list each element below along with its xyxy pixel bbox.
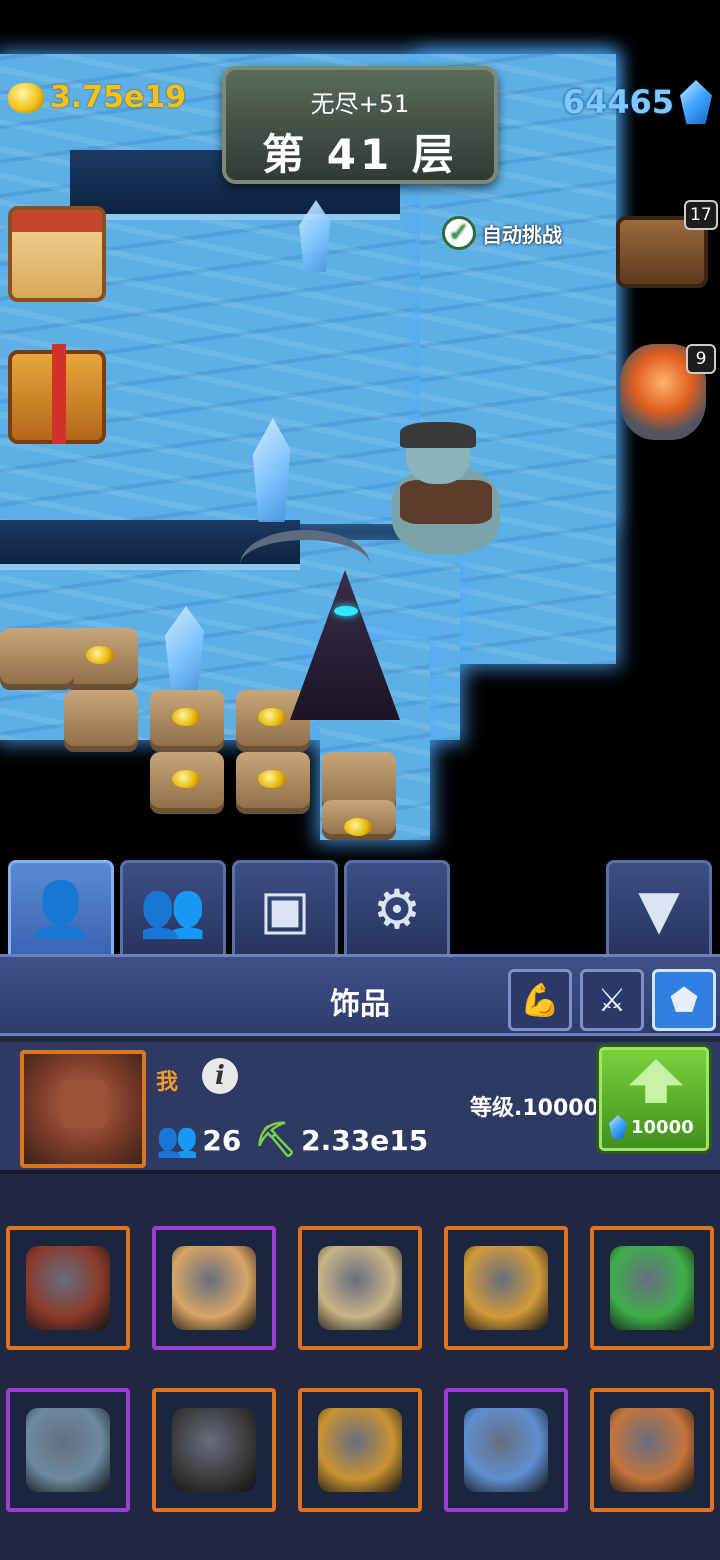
upgrade-cost-value: 10000 [631, 1116, 694, 1138]
item-slot-map[interactable] [298, 1226, 422, 1350]
power-stat: ⛏ 2.33e15 [254, 1120, 428, 1160]
scroll-icon [172, 1246, 256, 1330]
chest-icon: ▣ [259, 877, 311, 941]
item-slot-orb-amulet[interactable] [444, 1388, 568, 1512]
gear-icon: ⚙ [372, 877, 422, 941]
game-field[interactable]: 3.75e19 64465 无尽+51 第 41 层 ✓ 自动挑战 17 9 [0, 0, 720, 860]
gold-nugget [172, 708, 200, 726]
tab-settings[interactable]: ⚙ [344, 860, 450, 956]
item-slot-scroll[interactable] [152, 1226, 276, 1350]
up-arrow-icon [629, 1059, 683, 1103]
level-text: 等级.10000 [470, 1096, 599, 1121]
gift-box-icon[interactable] [8, 344, 106, 444]
tab-team[interactable]: 👥 [120, 860, 226, 956]
panel-header: 饰品 💪 ⚔ ⬟ [0, 954, 720, 1036]
floor-plaque: 无尽+51 第 41 层 [222, 66, 498, 184]
ore-count-badge: 9 [686, 344, 716, 374]
group-icon: 👥 [139, 877, 207, 941]
hourglass-icon [610, 1246, 694, 1330]
reaper-eyes [334, 606, 358, 616]
auto-challenge-label: 自动挑战 [482, 222, 562, 247]
tab-character[interactable]: 👤 [8, 860, 114, 956]
gem-icon [680, 80, 712, 124]
player-name: 我 [156, 1070, 179, 1095]
endless-level: 无尽+51 [310, 90, 410, 118]
ore-tile[interactable] [236, 752, 310, 814]
chest-count-badge: 17 [684, 200, 718, 230]
key-icon [464, 1246, 548, 1330]
muscle-icon: 💪 [520, 981, 560, 1019]
person-icon: 👤 [27, 877, 95, 941]
ogre-vest [400, 480, 492, 524]
spellbook-icon [26, 1246, 110, 1330]
info-icon[interactable]: i [202, 1058, 238, 1094]
ore-tile[interactable] [0, 628, 74, 690]
drill-icon [318, 1408, 402, 1492]
avatar[interactable] [20, 1050, 146, 1168]
team-icon: 👥 [156, 1120, 199, 1160]
crossed-swords-icon: ⚔ [597, 981, 627, 1019]
gold-nugget [86, 646, 114, 664]
ore-tile[interactable] [150, 752, 224, 814]
gold-nugget [258, 770, 286, 788]
gem-icon [609, 1115, 627, 1139]
filter-accessories-button[interactable]: ⬟ [652, 969, 716, 1031]
filter-strength-button[interactable]: 💪 [508, 969, 572, 1031]
power-value: 2.33e15 [301, 1123, 429, 1157]
reaper-hero[interactable] [240, 530, 440, 720]
calendar-icon[interactable] [8, 206, 106, 302]
ore-tile[interactable] [150, 690, 224, 752]
tab-chest[interactable]: ▣ [232, 860, 338, 956]
floor-number: 第 41 层 [262, 130, 458, 179]
auto-challenge-toggle[interactable]: ✓ 自动挑战 [442, 216, 562, 250]
upgrade-cost: 10000 [609, 1115, 694, 1139]
equipment-panel: 饰品 💪 ⚔ ⬟ 我 i 👥 26 ⛏ 2.33e15 等级.10000 100… [0, 954, 720, 1560]
collapse-panel-button[interactable]: ▼ [606, 860, 712, 956]
rune-cube-icon [610, 1408, 694, 1492]
item-slot-rune-cube[interactable] [590, 1388, 714, 1512]
bottom-tab-bar: 👤 👥 ▣ ⚙ ▼ [0, 860, 720, 956]
accessory-icon: ⬟ [670, 981, 698, 1019]
miner-helmet [400, 422, 476, 448]
gem-amount: 64465 [562, 83, 674, 121]
gold-icon [8, 82, 44, 113]
filter-weapons-button[interactable]: ⚔ [580, 969, 644, 1031]
gold-counter: 3.75e19 [8, 80, 186, 115]
player-profile: 我 i 👥 26 ⛏ 2.33e15 等级.10000 10000 [0, 1042, 720, 1174]
item-slot-rune-crystal[interactable] [6, 1388, 130, 1512]
item-slot-drill[interactable] [298, 1388, 422, 1512]
upgrade-button[interactable]: 10000 [596, 1044, 712, 1154]
rune-crystal-icon [26, 1408, 110, 1492]
gold-nugget [172, 770, 200, 788]
ore-tile[interactable] [322, 800, 396, 840]
gold-nugget [344, 818, 372, 836]
team-count: 26 [202, 1123, 242, 1157]
gold-amount: 3.75e19 [50, 80, 187, 115]
gem-counter: 64465 [563, 80, 712, 124]
team-stat: 👥 26 [156, 1120, 241, 1160]
item-slot-horn[interactable] [152, 1388, 276, 1512]
pickaxe-icon: ⛏ [254, 1120, 298, 1160]
checkmark-icon[interactable]: ✓ [442, 216, 476, 250]
item-slot-key[interactable] [444, 1226, 568, 1350]
orb-amulet-icon [464, 1408, 548, 1492]
triangle-down-icon: ▼ [638, 877, 680, 941]
item-slot-hourglass[interactable] [590, 1226, 714, 1350]
ore-tile[interactable] [64, 690, 138, 752]
ore-tile[interactable] [64, 628, 138, 690]
map-icon [318, 1246, 402, 1330]
item-slot-spellbook[interactable] [6, 1226, 130, 1350]
horn-icon [172, 1408, 256, 1492]
